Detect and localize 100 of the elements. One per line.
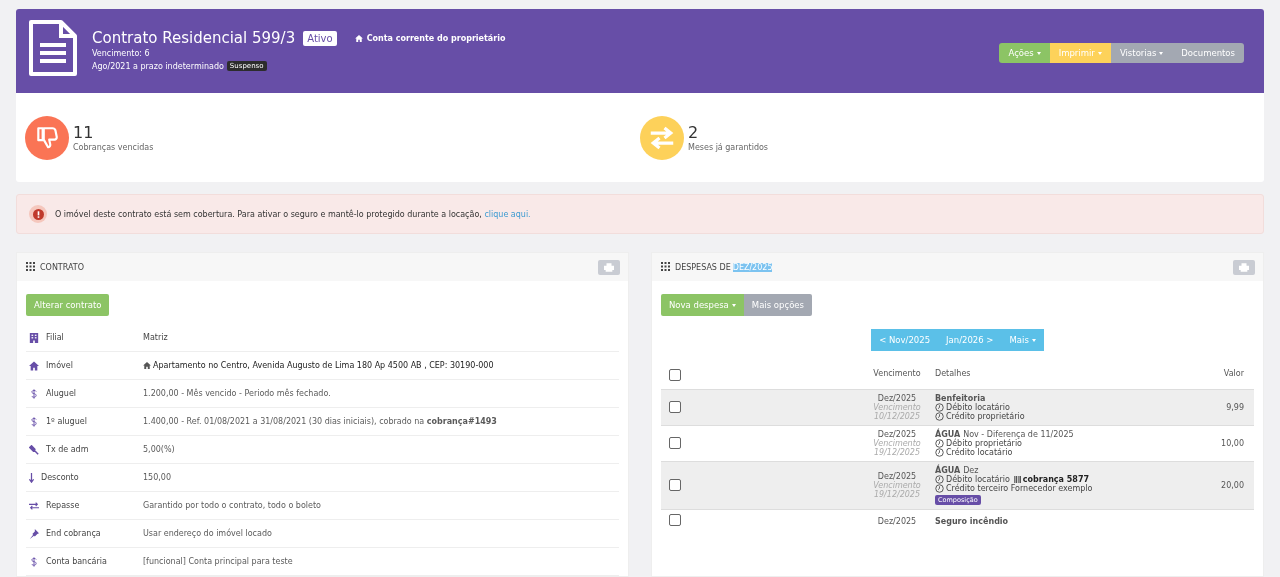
action-button[interactable]: Ações	[999, 43, 1050, 63]
alert-link[interactable]: clique aqui.	[484, 209, 531, 219]
field-value: 5,00(%)	[143, 445, 175, 454]
period-text: Ago/2021 a prazo indeterminado	[92, 62, 224, 71]
panel-title: DESPESAS DE	[675, 262, 731, 272]
more-options-button[interactable]: Mais opções	[743, 294, 812, 316]
entry-text: Crédito proprietário	[946, 412, 1025, 421]
entry-text: Débito proprietário	[946, 439, 1022, 448]
field-value: [funcional] Conta principal para teste	[143, 557, 293, 566]
caret-icon	[1097, 51, 1102, 55]
thumbs-down-icon	[25, 115, 69, 160]
exchange-icon	[29, 500, 39, 511]
column-header: Valor	[1195, 363, 1254, 390]
action-button[interactable]: Documentos	[1172, 43, 1244, 63]
home-icon	[29, 360, 39, 371]
caret-icon	[1031, 338, 1036, 342]
due-date: 19/12/2025	[872, 448, 922, 457]
exclamation-icon	[29, 205, 47, 223]
dollar-icon	[29, 416, 39, 427]
new-expense-button[interactable]: Nova despesa	[661, 294, 744, 316]
clock-icon	[935, 403, 944, 412]
grid-icon	[26, 261, 35, 273]
month-nav-button[interactable]: Jan/2026 >	[938, 329, 1002, 351]
building-icon	[29, 332, 39, 343]
field-label: Tx de adm	[46, 445, 89, 454]
stat-value: 11	[73, 123, 95, 142]
grid-icon	[661, 261, 670, 273]
field-label: 1º aluguel	[46, 417, 87, 426]
field-value: Matriz	[143, 333, 168, 342]
alert-text: O imóvel deste contrato está sem cobertura. Para ativar o seguro e mantê-lo protegido durante a locação, clique aqui.	[55, 209, 531, 219]
expense-title: Seguro incêndio	[935, 516, 1009, 526]
caret-icon	[1159, 51, 1164, 55]
field-value: Usar endereço do imóvel locado	[143, 529, 272, 538]
edit-contract-button[interactable]: Alterar contrato	[26, 294, 110, 316]
field-label: Conta bancária	[46, 557, 107, 566]
column-header: Vencimento	[863, 363, 931, 390]
month-text: Dez/2025	[876, 472, 918, 481]
field-value: 150,00	[143, 473, 171, 482]
field-label: Aluguel	[46, 389, 77, 398]
action-button[interactable]: Vistorias	[1110, 43, 1173, 63]
clock-icon	[935, 448, 944, 457]
due-label: Vencimento	[872, 439, 922, 448]
month-text: Dez/2025	[876, 430, 918, 439]
barcode-icon	[1013, 476, 1021, 483]
expense-title: ÁGUA	[935, 466, 961, 475]
printer-icon	[1239, 262, 1249, 272]
stat-label: Meses já garantidos	[688, 143, 769, 152]
select-all-checkbox[interactable]	[669, 369, 681, 381]
field-label: Imóvel	[46, 361, 73, 370]
row-checkbox[interactable]	[669, 514, 681, 526]
pushpin-icon	[29, 528, 39, 539]
due-date: 19/12/2025	[872, 490, 922, 499]
stat-label: Cobranças vencidas	[73, 143, 154, 152]
entry-text: Débito locatário	[946, 403, 1010, 412]
field-label: Desconto	[41, 473, 79, 482]
stat-value: 2	[688, 123, 700, 142]
field-label: Repasse	[46, 501, 80, 510]
expense-subtitle: Nov - Diferença de 11/2025	[963, 430, 1074, 439]
month-text: Dez/2025	[876, 516, 918, 526]
charge-link[interactable]: cobrança 5877	[1022, 475, 1090, 484]
selected-month-text: DEZ/2025	[732, 262, 773, 272]
amount-text: 9,99	[1226, 403, 1244, 412]
expense-title: ÁGUA	[935, 430, 961, 439]
field-value: 1.200,00 - Mês vencido - Periodo mês fechado.	[143, 389, 331, 398]
document-icon	[28, 19, 78, 77]
entry-text: Crédito locatário	[946, 448, 1013, 457]
action-button[interactable]: Imprimir	[1049, 43, 1111, 63]
owner-account-link[interactable]: Conta corrente do proprietário	[354, 33, 506, 43]
caret-icon	[1036, 51, 1041, 55]
due-label: Vencimento	[872, 481, 922, 490]
month-nav-button[interactable]: < Nov/2025	[871, 329, 939, 351]
panel-title: CONTRATO	[40, 262, 85, 272]
clock-icon	[935, 484, 944, 493]
exchange-icon	[640, 115, 684, 160]
dollar-icon	[29, 556, 39, 567]
due-label: Vencimento	[872, 403, 922, 412]
dollar-icon	[29, 388, 39, 399]
expense-subtitle: Dez	[963, 466, 979, 475]
field-value: Garantido por todo o contrato, todo o boleto	[143, 501, 321, 510]
field-value: 1.400,00 - Ref. 01/08/2021 a 31/08/2021 (30 dias iniciais), cobrado na cobrança#1493	[143, 417, 497, 426]
home-icon	[143, 362, 151, 369]
entry-text: Crédito terceiro Fornecedor exemplo	[946, 484, 1093, 493]
printer-icon	[604, 262, 614, 272]
home-icon	[354, 34, 363, 42]
clock-icon	[935, 439, 944, 448]
row-checkbox[interactable]	[669, 478, 681, 491]
status-badge: Ativo	[303, 30, 337, 46]
row-checkbox[interactable]	[669, 400, 681, 413]
clock-icon	[935, 412, 944, 421]
row-checkbox[interactable]	[669, 436, 681, 449]
field-label: End cobrança	[46, 529, 101, 538]
month-nav-button[interactable]: Mais	[1001, 329, 1044, 351]
due-date: 10/12/2025	[872, 412, 922, 421]
caret-icon	[731, 303, 736, 307]
month-text: Dez/2025	[876, 394, 918, 403]
due-day-text: Vencimento: 6	[92, 49, 151, 58]
arrow-down-icon	[29, 472, 34, 483]
property-link[interactable]: Apartamento no Centro, Avenida Augusto de Lima 180 Ap 4500 AB , CEP: 30190-000	[143, 361, 494, 370]
field-label: Filial	[46, 333, 64, 342]
entry-text: Débito locatário	[946, 475, 1010, 484]
